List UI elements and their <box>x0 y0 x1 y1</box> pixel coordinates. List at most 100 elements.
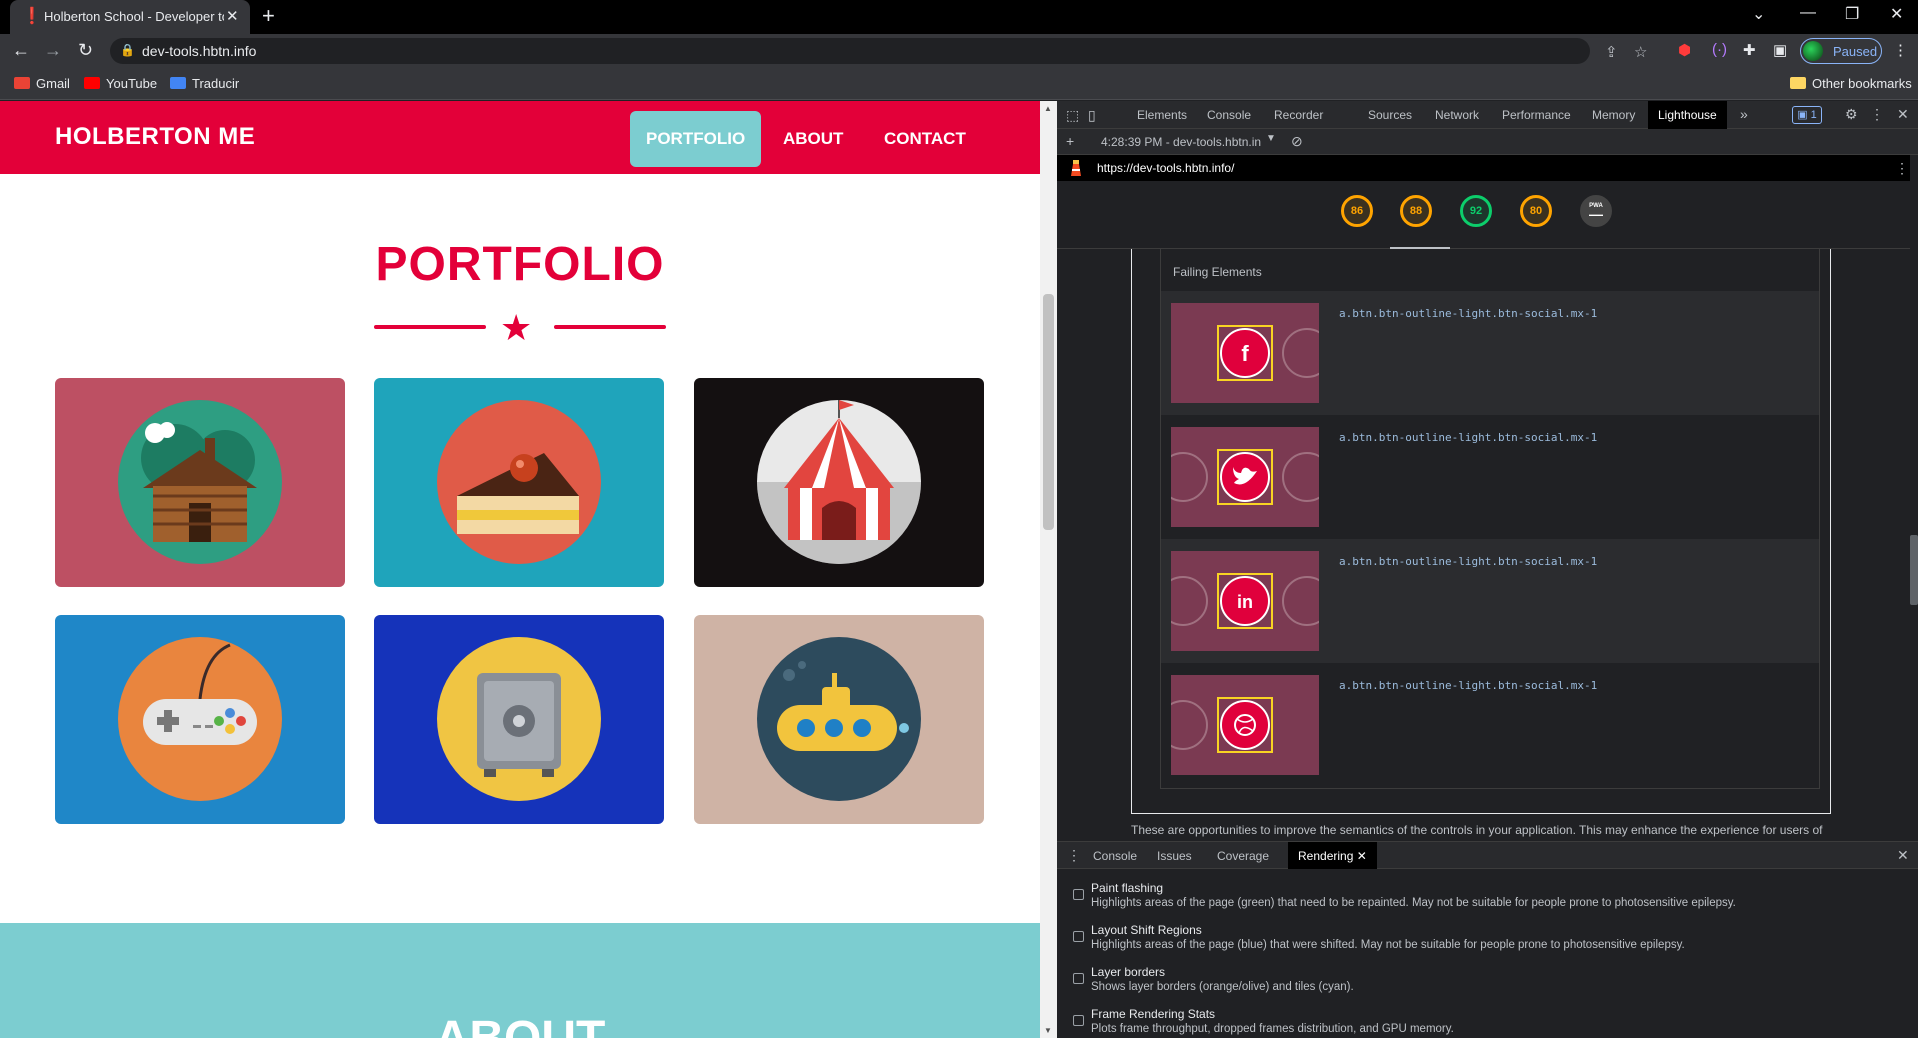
failing-element-row[interactable]: a.btn.btn-outline-light.btn-social.mx-1 <box>1161 415 1819 539</box>
tab-lighthouse[interactable]: Lighthouse <box>1648 101 1727 129</box>
more-tabs-icon[interactable]: » <box>1740 106 1748 122</box>
report-scrollbar-thumb[interactable] <box>1910 535 1918 605</box>
element-screenshot <box>1171 675 1319 775</box>
site-navbar: HOLBERTON ME PORTFOLIO ABOUT CONTACT <box>0 101 1040 174</box>
issues-badge[interactable]: ▣ 1 <box>1792 106 1822 124</box>
failing-element-row[interactable]: a.btn.btn-outline-light.btn-social.mx-1 <box>1161 663 1819 787</box>
layout-shift-checkbox[interactable] <box>1073 931 1084 942</box>
element-screenshot: in <box>1171 551 1319 651</box>
drawer-tab-rendering[interactable]: Rendering ✕ <box>1288 842 1377 870</box>
layer-borders-checkbox[interactable] <box>1073 973 1084 984</box>
clear-reports-icon[interactable]: ⊘ <box>1291 133 1303 150</box>
element-selector[interactable]: a.btn.btn-outline-light.btn-social.mx-1 <box>1339 679 1597 692</box>
settings-gear-icon[interactable]: ⚙ <box>1845 106 1858 123</box>
portfolio-item-safe[interactable] <box>374 615 664 824</box>
new-tab-icon[interactable]: + <box>262 3 275 29</box>
close-drawer-icon[interactable]: ✕ <box>1897 847 1909 864</box>
portfolio-item-controller[interactable] <box>55 615 345 824</box>
youtube-icon <box>84 77 100 89</box>
lighthouse-toolbar: + 4:28:39 PM - dev-tools.hbtn.in ▼ ⊘ <box>1057 129 1918 155</box>
close-window-icon[interactable]: ✕ <box>1890 4 1903 24</box>
portfolio-item-cabin[interactable] <box>55 378 345 587</box>
tab-sources[interactable]: Sources <box>1368 108 1412 122</box>
site-brand[interactable]: HOLBERTON ME <box>55 123 255 151</box>
report-selector[interactable]: 4:28:39 PM - dev-tools.hbtn.in <box>1101 135 1261 149</box>
extension-red-icon[interactable]: ⬢ <box>1678 41 1691 59</box>
frame-rendering-stats-checkbox[interactable] <box>1073 1015 1084 1026</box>
browser-titlebar: ❗ Holberton School - Developer to ✕ + ⌄ … <box>0 0 1918 34</box>
element-selector[interactable]: a.btn.btn-outline-light.btn-social.mx-1 <box>1339 431 1597 444</box>
score-best-practices[interactable]: 92 <box>1460 195 1492 227</box>
drawer-tab-coverage[interactable]: Coverage <box>1217 849 1269 863</box>
close-tab-icon[interactable]: ✕ <box>226 7 239 25</box>
tab-network[interactable]: Network <box>1435 108 1479 122</box>
chrome-menu-icon[interactable]: ⋮ <box>1893 41 1908 59</box>
failing-element-row[interactable]: f a.btn.btn-outline-light.btn-social.mx-… <box>1161 291 1819 415</box>
paint-flashing-checkbox[interactable] <box>1073 889 1084 900</box>
share-icon[interactable]: ⇪ <box>1605 43 1618 61</box>
page-scrollbar-thumb[interactable] <box>1043 294 1054 530</box>
score-performance[interactable]: 86 <box>1341 195 1373 227</box>
minimize-icon[interactable]: — <box>1800 4 1816 22</box>
side-panel-icon[interactable]: ▣ <box>1773 41 1787 59</box>
game-controller-icon <box>118 637 282 801</box>
close-rendering-icon[interactable]: ✕ <box>1357 849 1367 863</box>
tab-memory[interactable]: Memory <box>1592 108 1635 122</box>
new-report-icon[interactable]: + <box>1066 133 1074 149</box>
close-devtools-icon[interactable]: ✕ <box>1897 106 1909 123</box>
report-menu-icon[interactable]: ⋮ <box>1895 160 1909 177</box>
back-icon[interactable]: ← <box>12 40 30 61</box>
bookmark-traducir[interactable]: Traducir <box>170 76 239 91</box>
url-text[interactable]: dev-tools.hbtn.info <box>142 43 256 59</box>
page-scrollbar[interactable]: ▲ ▼ <box>1040 101 1057 1038</box>
tab-console[interactable]: Console <box>1207 108 1251 122</box>
browser-tab[interactable]: ❗ Holberton School - Developer to ✕ <box>10 0 250 34</box>
profile-paused-button[interactable]: Paused <box>1800 38 1882 64</box>
scroll-down-icon[interactable]: ▼ <box>1044 1026 1052 1035</box>
drawer-tab-issues[interactable]: Issues <box>1157 849 1192 863</box>
tab-search-icon[interactable]: ⌄ <box>1752 4 1765 24</box>
score-accessibility[interactable]: 88 <box>1400 195 1432 227</box>
drawer-tab-console[interactable]: Console <box>1093 849 1137 863</box>
nav-contact[interactable]: CONTACT <box>868 111 982 167</box>
lock-icon[interactable]: 🔒 <box>120 43 135 57</box>
portfolio-item-submarine[interactable] <box>694 615 984 824</box>
portfolio-item-circus[interactable] <box>694 378 984 587</box>
omnibox[interactable]: 🔒 dev-tools.hbtn.info ⇪ ☆ <box>110 38 1647 64</box>
scroll-up-icon[interactable]: ▲ <box>1044 104 1052 113</box>
folder-icon <box>1790 77 1806 89</box>
inspect-element-icon[interactable]: ⬚ <box>1066 107 1079 124</box>
restore-icon[interactable]: ❐ <box>1845 4 1859 24</box>
divider-line-left <box>374 325 486 329</box>
reload-icon[interactable]: ↻ <box>78 40 93 61</box>
element-selector[interactable]: a.btn.btn-outline-light.btn-social.mx-1 <box>1339 307 1597 320</box>
score-pwa[interactable]: PWA — <box>1580 195 1612 227</box>
pwa-dash-icon: — <box>1589 206 1603 222</box>
score-seo[interactable]: 80 <box>1520 195 1552 227</box>
extensions-puzzle-icon[interactable]: ✚ <box>1743 41 1756 59</box>
bookmark-youtube[interactable]: YouTube <box>84 76 157 91</box>
portfolio-title: PORTFOLIO <box>375 238 665 291</box>
extension-purple-icon[interactable]: (·) <box>1712 41 1727 58</box>
report-scrollbar[interactable] <box>1910 155 1918 943</box>
other-bookmarks[interactable]: Other bookmarks <box>1790 76 1912 91</box>
report-url[interactable]: https://dev-tools.hbtn.info/ <box>1097 161 1234 175</box>
drawer-menu-icon[interactable]: ⋮ <box>1067 847 1081 864</box>
element-selector[interactable]: a.btn.btn-outline-light.btn-social.mx-1 <box>1339 555 1597 568</box>
devtools-menu-icon[interactable]: ⋮ <box>1870 106 1884 123</box>
failing-element-row[interactable]: in a.btn.btn-outline-light.btn-social.mx… <box>1161 539 1819 663</box>
element-screenshot: f <box>1171 303 1319 403</box>
tab-performance[interactable]: Performance <box>1502 108 1571 122</box>
report-dropdown-icon[interactable]: ▼ <box>1266 133 1276 144</box>
profile-status: Paused <box>1833 44 1878 59</box>
cabin-icon <box>118 400 282 564</box>
tab-elements[interactable]: Elements <box>1137 108 1187 122</box>
forward-icon[interactable]: → <box>44 40 62 61</box>
nav-portfolio[interactable]: PORTFOLIO <box>630 111 762 167</box>
device-toolbar-icon[interactable]: ▯ <box>1088 107 1096 124</box>
bookmark-gmail[interactable]: Gmail <box>14 76 70 91</box>
bookmark-star-icon[interactable]: ☆ <box>1634 43 1647 61</box>
tab-recorder[interactable]: Recorder <box>1274 108 1323 122</box>
portfolio-item-cake[interactable] <box>374 378 664 587</box>
nav-about[interactable]: ABOUT <box>767 111 859 167</box>
